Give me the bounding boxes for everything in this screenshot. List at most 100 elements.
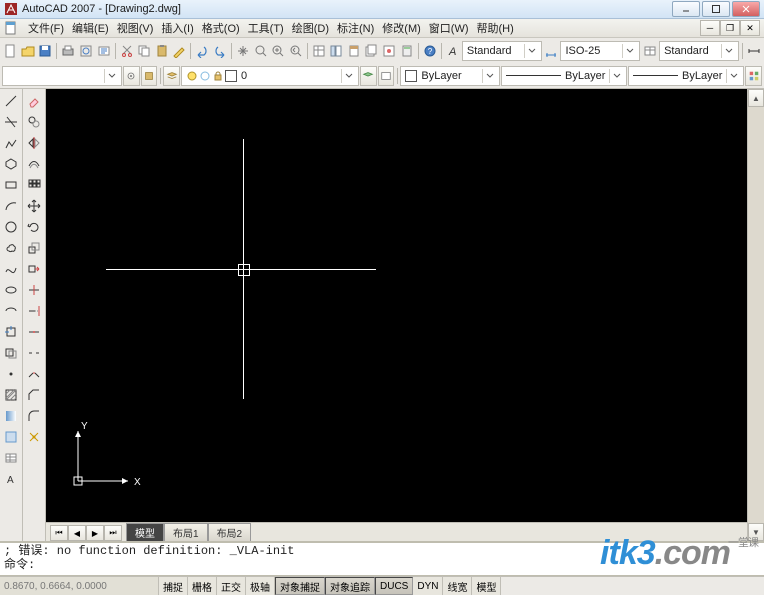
open-icon[interactable] (20, 40, 37, 62)
zoom-realtime-icon[interactable] (252, 40, 269, 62)
polygon-icon[interactable] (1, 154, 21, 174)
mirror-icon[interactable] (24, 133, 44, 153)
mdi-close-button[interactable]: ✕ (740, 20, 760, 36)
extend-icon[interactable] (24, 301, 44, 321)
paste-icon[interactable] (154, 40, 171, 62)
rotate-icon[interactable] (24, 217, 44, 237)
xline-icon[interactable] (1, 112, 21, 132)
sheet-set-icon[interactable] (363, 40, 380, 62)
zoom-previous-icon[interactable] (287, 40, 304, 62)
dimstyle-icon[interactable] (543, 40, 560, 62)
menu-format[interactable]: 格式(O) (202, 20, 240, 36)
color-combo[interactable]: ByLayer (400, 66, 500, 86)
ellipse-arc-icon[interactable] (1, 301, 21, 321)
copy-icon[interactable] (136, 40, 153, 62)
circle-icon[interactable] (1, 217, 21, 237)
layer-combo[interactable]: 0 (181, 66, 359, 86)
break-icon[interactable] (24, 343, 44, 363)
region-icon[interactable] (1, 427, 21, 447)
design-center-icon[interactable] (328, 40, 345, 62)
tablestyle-combo[interactable]: Standard (659, 41, 739, 61)
scroll-up-button[interactable]: ▲ (748, 89, 764, 107)
revcloud-icon[interactable] (1, 238, 21, 258)
menu-view[interactable]: 视图(V) (117, 20, 154, 36)
textstyle-icon[interactable]: A (444, 40, 461, 62)
offset-icon[interactable] (24, 154, 44, 174)
redo-icon[interactable] (212, 40, 229, 62)
point-icon[interactable] (1, 364, 21, 384)
pline-icon[interactable] (1, 133, 21, 153)
layer-states-button[interactable] (378, 66, 395, 86)
menu-modify[interactable]: 修改(M) (382, 20, 421, 36)
color-button[interactable] (745, 66, 762, 86)
mtext-icon[interactable]: A (1, 469, 21, 489)
status-snap[interactable]: 捕捉 (159, 577, 188, 595)
save-icon[interactable] (37, 40, 54, 62)
drawing-canvas[interactable]: X Y (46, 89, 747, 522)
trim-icon[interactable] (24, 280, 44, 300)
help-icon[interactable]: ? (421, 40, 438, 62)
line-icon[interactable] (1, 91, 21, 111)
layer-prev-button[interactable] (360, 66, 377, 86)
join-icon[interactable] (24, 364, 44, 384)
menu-window[interactable]: 窗口(W) (429, 20, 469, 36)
status-otrack[interactable]: 对象追踪 (325, 577, 375, 595)
plot-preview-icon[interactable] (78, 40, 95, 62)
maximize-button[interactable] (702, 1, 730, 17)
status-osnap[interactable]: 对象捕捉 (275, 577, 325, 595)
status-lwt[interactable]: 线宽 (443, 577, 472, 595)
layer-manager-button[interactable] (163, 66, 180, 86)
markup-icon[interactable] (381, 40, 398, 62)
table-icon[interactable] (1, 448, 21, 468)
move-icon[interactable] (24, 196, 44, 216)
scroll-track[interactable] (748, 107, 764, 523)
chamfer-icon[interactable] (24, 385, 44, 405)
minimize-button[interactable] (672, 1, 700, 17)
close-button[interactable] (732, 1, 760, 17)
status-ortho[interactable]: 正交 (217, 577, 246, 595)
menu-help[interactable]: 帮助(H) (477, 20, 514, 36)
workspace-combo[interactable] (2, 66, 122, 86)
scale-icon[interactable] (24, 238, 44, 258)
tablestyle-icon[interactable] (641, 40, 658, 62)
menu-draw[interactable]: 绘图(D) (292, 20, 329, 36)
status-model[interactable]: 模型 (472, 577, 501, 595)
tab-last-button[interactable]: ⏭ (104, 525, 122, 541)
command-line[interactable]: ; 错误: no function definition: _VLA-init … (0, 541, 764, 576)
ws-settings-button[interactable] (123, 66, 140, 86)
tab-prev-button[interactable]: ◀ (68, 525, 86, 541)
mdi-minimize-button[interactable]: ─ (700, 20, 720, 36)
lineweight-combo[interactable]: ByLayer (628, 66, 744, 86)
publish-icon[interactable] (95, 40, 112, 62)
print-icon[interactable] (60, 40, 77, 62)
scroll-down-button[interactable]: ▼ (748, 523, 764, 541)
linetype-combo[interactable]: ByLayer (501, 66, 627, 86)
copy-obj-icon[interactable] (24, 112, 44, 132)
tab-model[interactable]: 模型 (126, 523, 164, 541)
ws-save-button[interactable] (141, 66, 158, 86)
cut-icon[interactable] (118, 40, 135, 62)
gradient-icon[interactable] (1, 406, 21, 426)
dim-linear-icon[interactable] (745, 40, 762, 62)
vertical-scrollbar[interactable]: ▲ ▼ (747, 89, 764, 541)
tab-layout2[interactable]: 布局2 (208, 523, 252, 541)
tab-next-button[interactable]: ▶ (86, 525, 104, 541)
rectangle-icon[interactable] (1, 175, 21, 195)
explode-icon[interactable] (24, 427, 44, 447)
array-icon[interactable] (24, 175, 44, 195)
dimstyle-combo[interactable]: ISO-25 (560, 41, 640, 61)
status-polar[interactable]: 极轴 (246, 577, 275, 595)
properties-icon[interactable] (310, 40, 327, 62)
mdi-restore-button[interactable]: ❐ (720, 20, 740, 36)
erase-icon[interactable] (24, 91, 44, 111)
tool-palettes-icon[interactable] (346, 40, 363, 62)
status-coords[interactable]: 0.8670, 0.6664, 0.0000 (0, 577, 159, 595)
status-grid[interactable]: 栅格 (188, 577, 217, 595)
menu-tools[interactable]: 工具(T) (248, 20, 284, 36)
quickcalc-icon[interactable] (398, 40, 415, 62)
tab-first-button[interactable]: ⏮ (50, 525, 68, 541)
menu-dim[interactable]: 标注(N) (337, 20, 374, 36)
hatch-icon[interactable] (1, 385, 21, 405)
ellipse-icon[interactable] (1, 280, 21, 300)
arc-icon[interactable] (1, 196, 21, 216)
